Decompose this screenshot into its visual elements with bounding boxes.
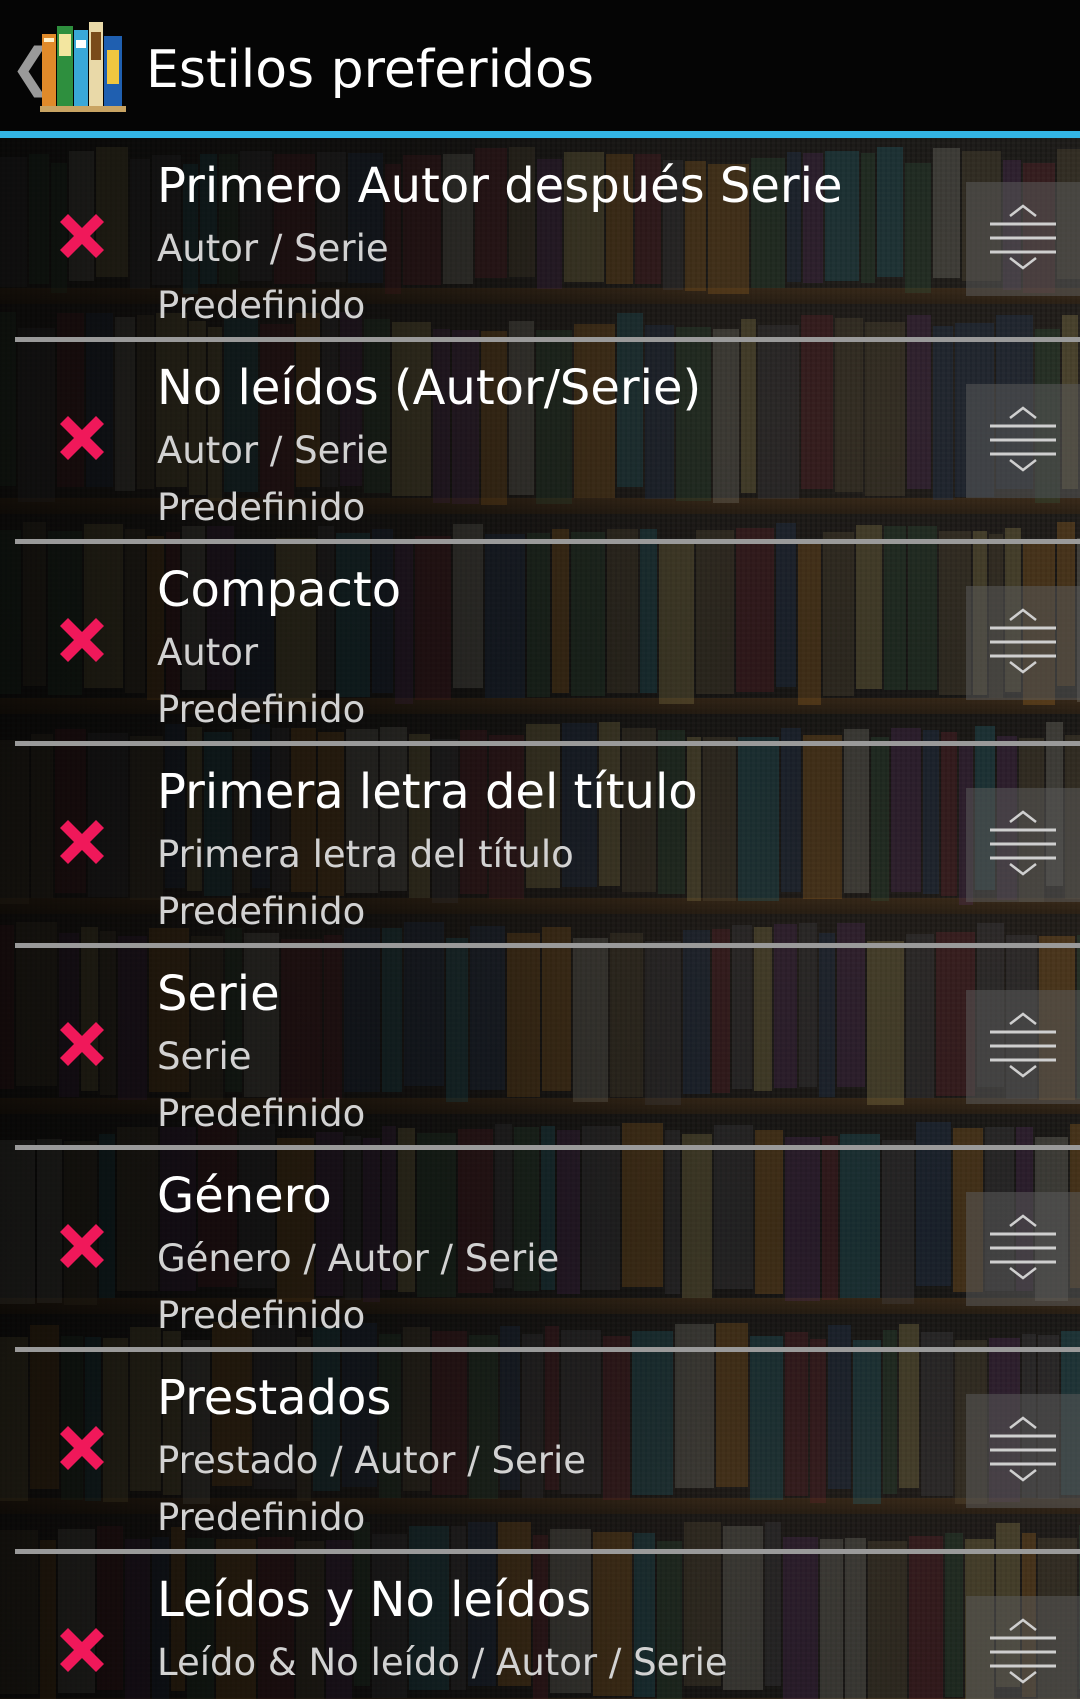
bookshelf-app-icon[interactable] xyxy=(40,20,126,112)
delete-style-icon[interactable] xyxy=(52,206,112,266)
style-title: Primero Autor después Serie xyxy=(157,158,843,214)
style-title: No leídos (Autor/Serie) xyxy=(157,360,702,416)
style-groups: Autor / Serie xyxy=(157,227,389,270)
styles-list[interactable]: Primero Autor después Serie Autor / Seri… xyxy=(0,138,1080,1699)
style-list-item[interactable]: Prestados Prestado / Autor / Serie Prede… xyxy=(0,1350,1080,1552)
style-groups: Autor xyxy=(157,631,259,674)
drag-handle-icon[interactable] xyxy=(966,990,1080,1104)
delete-style-icon[interactable] xyxy=(52,1216,112,1276)
delete-style-icon[interactable] xyxy=(52,1014,112,1074)
style-title: Primera letra del título xyxy=(157,764,698,820)
delete-style-icon[interactable] xyxy=(52,1620,112,1680)
drag-handle-icon[interactable] xyxy=(966,182,1080,296)
style-title: Leídos y No leídos xyxy=(157,1572,592,1628)
style-title: Género xyxy=(157,1168,332,1224)
style-groups: Prestado / Autor / Serie xyxy=(157,1439,587,1482)
style-kind: Predefinido xyxy=(157,1294,366,1337)
drag-handle-icon[interactable] xyxy=(966,788,1080,902)
drag-handle-icon[interactable] xyxy=(966,586,1080,700)
style-title: Compacto xyxy=(157,562,402,618)
style-groups: Serie xyxy=(157,1035,252,1078)
style-list-item[interactable]: Primera letra del título Primera letra d… xyxy=(0,744,1080,946)
style-kind: Predefinido xyxy=(157,890,366,933)
style-title: Serie xyxy=(157,966,280,1022)
header-accent-line xyxy=(0,131,1080,138)
style-kind: Predefinido xyxy=(157,1092,366,1135)
style-list-item[interactable]: Primero Autor después Serie Autor / Seri… xyxy=(0,138,1080,340)
style-groups: Género / Autor / Serie xyxy=(157,1237,560,1280)
delete-style-icon[interactable] xyxy=(52,1418,112,1478)
drag-handle-icon[interactable] xyxy=(966,1192,1080,1306)
style-kind: Predefinido xyxy=(157,688,366,731)
app-bar: ❮ Estilos preferidos xyxy=(0,0,1080,135)
style-kind: Predefinido xyxy=(157,486,366,529)
style-kind: Predefinido xyxy=(157,284,366,327)
style-list-item[interactable]: Serie Serie Predefinido xyxy=(0,946,1080,1148)
drag-handle-icon[interactable] xyxy=(966,384,1080,498)
style-groups: Autor / Serie xyxy=(157,429,389,472)
style-groups: Leído & No leído / Autor / Serie xyxy=(157,1641,728,1684)
style-list-item[interactable]: No leídos (Autor/Serie) Autor / Serie Pr… xyxy=(0,340,1080,542)
delete-style-icon[interactable] xyxy=(52,408,112,468)
style-groups: Primera letra del título xyxy=(157,833,574,876)
style-title: Prestados xyxy=(157,1370,392,1426)
style-list-item[interactable]: Género Género / Autor / Serie Predefinid… xyxy=(0,1148,1080,1350)
delete-style-icon[interactable] xyxy=(52,610,112,670)
drag-handle-icon[interactable] xyxy=(966,1596,1080,1699)
style-list-item[interactable]: Leídos y No leídos Leído & No leído / Au… xyxy=(0,1552,1080,1699)
drag-handle-icon[interactable] xyxy=(966,1394,1080,1508)
page-title: Estilos preferidos xyxy=(146,40,594,100)
style-list-item[interactable]: Compacto Autor Predefinido xyxy=(0,542,1080,744)
style-kind: Predefinido xyxy=(157,1496,366,1539)
delete-style-icon[interactable] xyxy=(52,812,112,872)
